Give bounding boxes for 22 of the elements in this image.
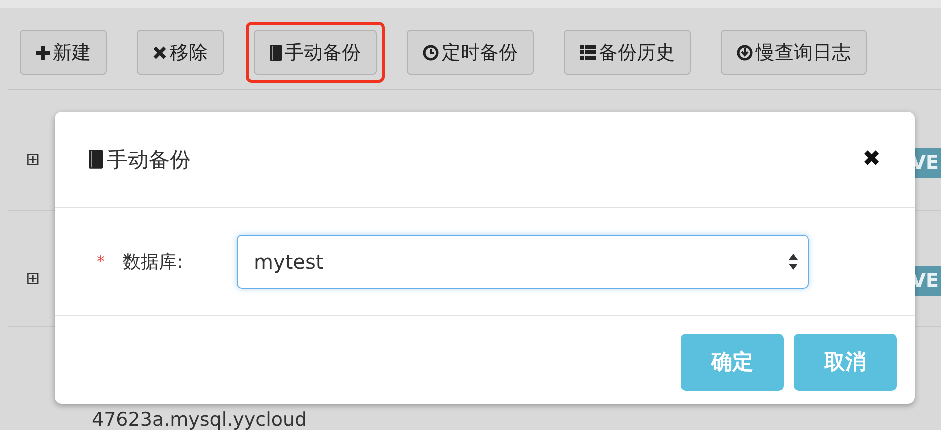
toolbar-button[interactable]: 移除 xyxy=(137,30,224,75)
clock-icon xyxy=(423,44,439,60)
plus-icon xyxy=(36,46,50,60)
database-select[interactable]: mytest xyxy=(237,234,809,288)
expand-toggle[interactable]: ⊞ xyxy=(26,152,40,170)
field-label: 数据库: xyxy=(123,250,184,274)
required-mark: * xyxy=(97,252,106,271)
toolbar-button[interactable]: 慢查询日志 xyxy=(721,30,867,75)
toolbar-button[interactable]: 定时备份 xyxy=(407,30,534,75)
list-icon xyxy=(580,45,596,60)
book-icon xyxy=(270,44,282,60)
sort-icon xyxy=(789,254,798,270)
book-icon xyxy=(89,150,103,169)
instance-name: 47623a.mysql.yycloud xyxy=(92,409,308,430)
download-icon xyxy=(737,44,753,60)
close-icon xyxy=(153,46,167,60)
toolbar-button[interactable]: 备份历史 xyxy=(564,30,691,75)
expand-toggle[interactable]: ⊞ xyxy=(26,270,40,288)
toolbar-button[interactable]: 手动备份 xyxy=(254,30,377,75)
toolbar-button[interactable]: 新建 xyxy=(20,30,107,75)
dialog-title: 手动备份 xyxy=(107,146,191,174)
close-button[interactable]: ✖ xyxy=(862,147,881,172)
